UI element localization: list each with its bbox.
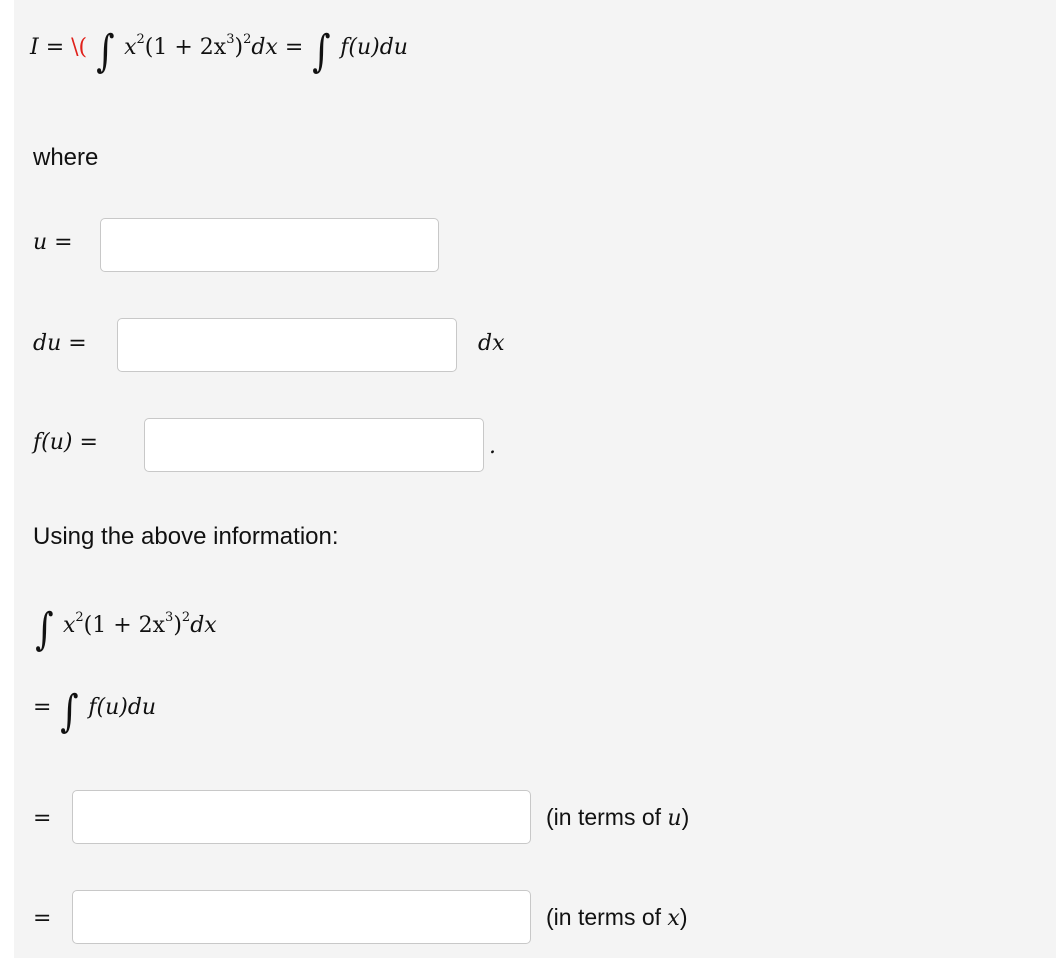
note-var: u xyxy=(667,806,682,831)
dx: dx xyxy=(190,613,217,638)
integral-equation: I = \( ∫ x2(1 + 2x3)2dx = ∫ f(u)du xyxy=(30,30,408,74)
fu-du: f(u)du xyxy=(88,695,157,720)
in-terms-of-x-label: (in terms of x) xyxy=(546,904,688,931)
integrand-body: (1 + 2x xyxy=(83,613,166,638)
du-input[interactable] xyxy=(117,318,457,372)
fu-input[interactable] xyxy=(144,418,484,472)
exponent: 2 xyxy=(75,610,84,625)
close-paren: ) xyxy=(173,613,182,638)
using-info-label: Using the above information: xyxy=(33,523,339,550)
close-paren: ) xyxy=(234,35,244,60)
fu-label: f(u) = xyxy=(33,430,98,455)
exponent: 2 xyxy=(136,32,145,47)
integral-icon: ∫ xyxy=(312,26,331,77)
stray-latex-delimiter: \( xyxy=(71,35,88,60)
dx: dx xyxy=(251,35,278,60)
integral-expression: ∫ x2(1 + 2x3)2dx xyxy=(33,604,217,655)
in-terms-of-u-label: (in terms of u) xyxy=(546,804,689,831)
where-label: where xyxy=(33,144,99,171)
integrand-body: (1 + 2x xyxy=(144,35,227,60)
note-var: x xyxy=(667,906,680,931)
integral-icon: ∫ xyxy=(96,26,115,77)
note-prefix: (in terms of xyxy=(546,904,668,930)
period: . xyxy=(489,434,496,459)
i-variable: I xyxy=(30,35,39,60)
u-label: u = xyxy=(33,230,73,255)
answer-u-input[interactable] xyxy=(72,790,531,844)
integral-icon: ∫ xyxy=(60,686,80,737)
u-input[interactable] xyxy=(100,218,439,272)
integrand-x: x xyxy=(62,613,76,638)
integrand-x: x xyxy=(124,35,137,60)
note-prefix: (in terms of xyxy=(546,804,668,830)
equals-sign: = xyxy=(33,695,52,720)
equals-sign: = xyxy=(45,35,65,60)
answer-x-input[interactable] xyxy=(72,890,531,944)
note-close: ) xyxy=(681,804,690,830)
fu-integral: = ∫ f(u)du xyxy=(33,690,156,734)
equals-sign: = xyxy=(284,35,304,60)
du-label: du = xyxy=(33,331,87,356)
exponent: 2 xyxy=(181,610,191,625)
dx-suffix: dx xyxy=(478,331,505,356)
equals-sign: = xyxy=(33,806,52,831)
equals-sign: = xyxy=(33,906,52,931)
note-close: ) xyxy=(679,904,688,930)
fu-du: f(u)du xyxy=(340,35,408,60)
integral-icon: ∫ xyxy=(35,604,54,655)
